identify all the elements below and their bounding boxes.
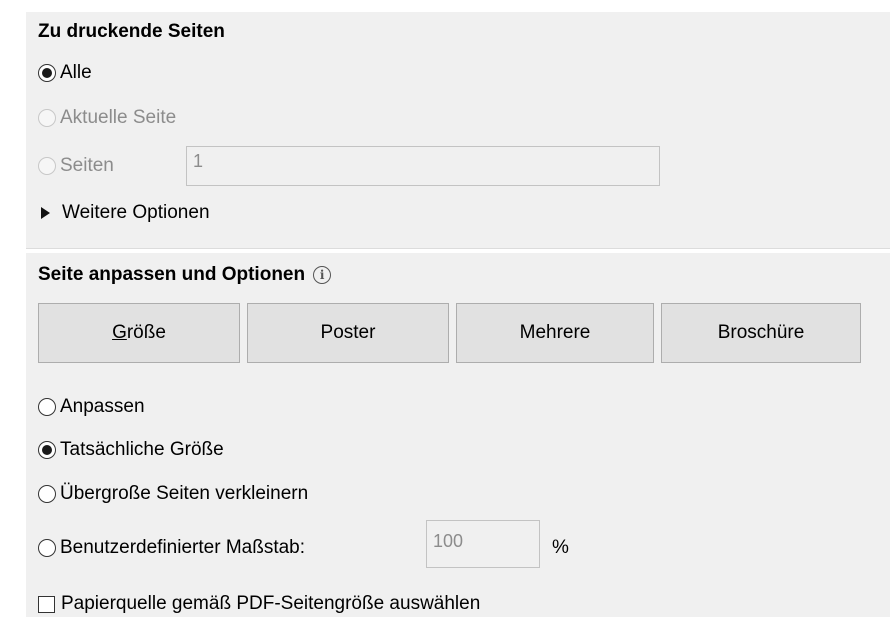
multiple-button-label: Mehrere bbox=[519, 322, 591, 343]
info-icon[interactable]: i bbox=[313, 266, 332, 284]
poster-button-label: Poster bbox=[320, 322, 376, 343]
custom-scale-input[interactable]: 100 bbox=[426, 520, 540, 568]
percent-label: % bbox=[552, 537, 569, 558]
paper-source-label: Papierquelle gemäß PDF-Seitengröße auswä… bbox=[61, 593, 481, 614]
radio-custom-scale[interactable]: Benutzerdefinierter Maßstab: bbox=[38, 537, 305, 559]
radio-current-page-label: Aktuelle Seite bbox=[60, 107, 177, 128]
radio-all-label: Alle bbox=[60, 62, 92, 83]
radio-shrink-oversized-label: Übergroße Seiten verkleinern bbox=[60, 483, 309, 504]
more-options-label: Weitere Optionen bbox=[62, 202, 210, 223]
booklet-button-label: Broschüre bbox=[717, 322, 805, 343]
multiple-button[interactable]: Mehrere bbox=[456, 303, 654, 363]
size-button[interactable]: Größe bbox=[38, 303, 240, 363]
page-fit-heading: Seite anpassen und Optionen i bbox=[38, 264, 332, 286]
poster-button[interactable]: Poster bbox=[247, 303, 449, 363]
pages-input[interactable]: 1 bbox=[186, 146, 660, 186]
radio-actual-size-indicator[interactable] bbox=[38, 441, 56, 459]
radio-shrink-oversized[interactable]: Übergroße Seiten verkleinern bbox=[38, 483, 308, 505]
radio-fit[interactable]: Anpassen bbox=[38, 396, 145, 418]
radio-actual-size[interactable]: Tatsächliche Größe bbox=[38, 439, 224, 461]
radio-fit-label: Anpassen bbox=[60, 396, 145, 417]
radio-fit-indicator[interactable] bbox=[38, 398, 56, 416]
radio-current-page[interactable]: Aktuelle Seite bbox=[38, 107, 176, 129]
radio-shrink-oversized-indicator[interactable] bbox=[38, 485, 56, 503]
paper-source-checkbox[interactable] bbox=[38, 595, 55, 613]
more-options-expander[interactable]: Weitere Optionen bbox=[41, 202, 210, 224]
page-fit-heading-text: Seite anpassen und Optionen bbox=[38, 264, 306, 285]
size-button-label: Größe bbox=[112, 322, 166, 343]
radio-all[interactable]: Alle bbox=[38, 62, 92, 84]
pages-to-print-heading: Zu druckende Seiten bbox=[38, 21, 225, 42]
radio-actual-size-label: Tatsächliche Größe bbox=[60, 439, 224, 460]
expand-triangle-icon[interactable] bbox=[41, 207, 50, 219]
radio-pages-indicator[interactable] bbox=[38, 157, 56, 175]
booklet-button[interactable]: Broschüre bbox=[661, 303, 861, 363]
radio-pages[interactable]: Seiten bbox=[38, 155, 114, 177]
radio-all-indicator[interactable] bbox=[38, 64, 56, 82]
radio-custom-scale-indicator[interactable] bbox=[38, 539, 56, 557]
paper-source-checkbox-row[interactable]: Papierquelle gemäß PDF-Seitengröße auswä… bbox=[38, 593, 480, 615]
radio-current-page-indicator[interactable] bbox=[38, 109, 56, 127]
radio-pages-label: Seiten bbox=[60, 155, 114, 176]
radio-custom-scale-label: Benutzerdefinierter Maßstab: bbox=[60, 537, 306, 558]
